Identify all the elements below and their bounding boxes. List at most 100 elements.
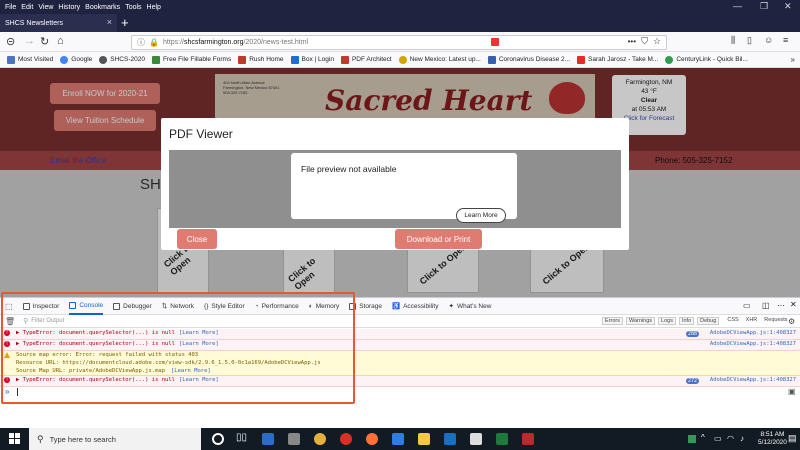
youtube-icon: [577, 55, 586, 64]
notifications-icon[interactable]: ▤: [788, 433, 797, 444]
more-bookmarks-icon[interactable]: »: [791, 55, 795, 64]
tab-shcs-newsletters[interactable]: SHCS Newsletters ×: [0, 14, 117, 32]
menu-help[interactable]: Help: [147, 4, 161, 11]
close-tab-icon[interactable]: ×: [107, 17, 112, 27]
app-icon[interactable]: [288, 433, 300, 445]
network-tray-icon[interactable]: ▭: [714, 434, 722, 443]
pdf-preview-area: File preview not available Learn More: [169, 150, 621, 228]
store-icon[interactable]: [444, 433, 456, 445]
bookmark-rush-home[interactable]: Rush Home: [238, 55, 284, 64]
close-devtools-icon[interactable]: ✕: [790, 300, 797, 309]
filter-css[interactable]: CSS: [725, 317, 740, 325]
home-icon[interactable]: ⌂: [57, 35, 64, 47]
windows-start-icon[interactable]: [9, 433, 20, 444]
devtools-menu-icon[interactable]: ⋯: [777, 301, 785, 310]
minimize-icon[interactable]: —: [733, 1, 742, 11]
volume-icon[interactable]: ♪: [740, 434, 744, 443]
bookmark-google[interactable]: Google: [60, 55, 93, 64]
edge-icon[interactable]: [392, 433, 404, 445]
bookmark-coronavirus[interactable]: Coronavirus Disease 2...: [487, 55, 571, 64]
lock-icon: 🔒: [149, 38, 159, 47]
new-tab-icon[interactable]: +: [121, 15, 129, 30]
close-window-icon[interactable]: ✕: [784, 1, 792, 12]
wifi-icon[interactable]: ◠: [727, 434, 734, 443]
console-settings-icon[interactable]: ⚙: [788, 317, 795, 326]
clock[interactable]: 8:51 AM 5/12/2020: [758, 431, 787, 447]
file-explorer-icon[interactable]: [418, 433, 430, 445]
firefox-icon[interactable]: [366, 433, 378, 445]
sidebar-icon[interactable]: ▯: [747, 35, 752, 46]
info-icon[interactable]: ⓘ: [137, 37, 145, 48]
bookmark-box-login[interactable]: Box | Login: [290, 55, 334, 64]
source-link[interactable]: AdobeDCViewApp.js:1:408327: [710, 330, 796, 336]
bookmark-label: Rush Home: [249, 56, 284, 63]
bookmark-free-file[interactable]: Free File Fillable Forms: [151, 55, 231, 64]
bookmark-shcs-2020[interactable]: SHCS-2020: [99, 55, 145, 64]
filter-logs[interactable]: Logs: [658, 317, 676, 325]
maximize-icon[interactable]: ❐: [760, 1, 768, 12]
tab-label: What's New: [456, 302, 492, 310]
outlook-icon[interactable]: [262, 433, 274, 445]
bookmark-centurylink[interactable]: CenturyLink - Quick Bil...: [665, 55, 748, 64]
url-bar[interactable]: ⓘ 🔒 https:// shcsfarmington.org /2020/ne…: [131, 35, 667, 50]
filter-debug[interactable]: Debug: [697, 317, 720, 325]
hamburger-menu-icon[interactable]: ≡: [783, 35, 788, 45]
cortana-icon[interactable]: [212, 433, 224, 445]
library-icon[interactable]: ⫼: [731, 35, 735, 46]
bookmark-label: SHCS-2020: [110, 56, 145, 63]
responsive-design-icon[interactable]: ▭: [743, 301, 751, 310]
account-icon[interactable]: ☺: [764, 35, 773, 45]
search-placeholder: Type here to search: [49, 434, 116, 444]
bookmark-new-mexico[interactable]: New Mexico: Latest up...: [398, 55, 481, 64]
bookmark-most-visited[interactable]: Most Visited: [7, 55, 54, 64]
app-icon[interactable]: [470, 433, 482, 445]
filter-xhr[interactable]: XHR: [744, 317, 760, 325]
tray-chevron-icon[interactable]: ^: [701, 433, 705, 442]
menu-file[interactable]: File: [5, 4, 16, 11]
tab-bar: SHCS Newsletters × +: [0, 14, 800, 32]
back-icon[interactable]: ⊝: [6, 35, 15, 48]
tray-app-icon[interactable]: [688, 435, 696, 443]
vivaldi-icon[interactable]: [340, 433, 352, 445]
tab-whats-new[interactable]: ✦ What's New: [448, 302, 492, 311]
bookmark-star-icon[interactable]: ☆: [653, 36, 661, 47]
close-button[interactable]: Close: [177, 229, 217, 249]
forward-icon[interactable]: →: [24, 35, 35, 47]
extension-icon[interactable]: [491, 38, 499, 46]
menu-view[interactable]: View: [38, 4, 53, 11]
filter-info[interactable]: Info: [678, 317, 695, 325]
filezilla-icon[interactable]: [522, 433, 534, 445]
bookmark-label: Sarah Jarosz - Take M...: [588, 56, 659, 63]
tab-accessibility[interactable]: ♿ Accessibility: [392, 302, 439, 311]
excel-icon[interactable]: [496, 433, 508, 445]
tab-title: SHCS Newsletters: [5, 19, 63, 27]
bookmark-sarah-jarosz[interactable]: Sarah Jarosz - Take M...: [577, 55, 659, 64]
taskbar-search[interactable]: ⚲ Type here to search: [29, 428, 201, 450]
chrome-icon[interactable]: [314, 433, 326, 445]
pocket-icon[interactable]: ⛉: [641, 36, 648, 47]
task-view-icon[interactable]: ▯▯: [236, 432, 248, 444]
bookmark-label: Google: [71, 56, 93, 63]
menu-bookmarks[interactable]: Bookmarks: [85, 4, 120, 11]
split-console-icon[interactable]: ▣: [788, 387, 796, 396]
pdf-viewer-modal: PDF Viewer File preview not available Le…: [161, 118, 629, 250]
menu-edit[interactable]: Edit: [21, 4, 33, 11]
download-print-button[interactable]: Download or Print: [395, 229, 482, 249]
dock-icon[interactable]: ◫: [762, 301, 770, 310]
learn-more-button[interactable]: Learn More: [456, 208, 506, 223]
page-actions-icon[interactable]: •••: [628, 37, 636, 46]
filter-warnings[interactable]: Warnings: [625, 317, 656, 325]
menu-tools[interactable]: Tools: [125, 4, 141, 11]
source-link[interactable]: AdobeDCViewApp.js:1:408327: [710, 377, 796, 383]
bookmarks-bar: Most Visited Google SHCS-2020 Free File …: [0, 52, 800, 68]
filter-requests[interactable]: Requests: [762, 317, 789, 325]
filter-errors[interactable]: Errors: [602, 317, 623, 325]
highlight-box: [1, 292, 355, 404]
rush-icon: [238, 55, 247, 64]
source-link[interactable]: AdobeDCViewApp.js:1:408327: [710, 341, 796, 347]
bookmark-label: Most Visited: [18, 56, 54, 63]
bookmark-pdf-architect[interactable]: PDF Architect: [340, 55, 392, 64]
menu-history[interactable]: History: [58, 4, 80, 11]
bookmark-label: Coronavirus Disease 2...: [498, 56, 571, 63]
reload-icon[interactable]: ↻: [40, 35, 49, 48]
